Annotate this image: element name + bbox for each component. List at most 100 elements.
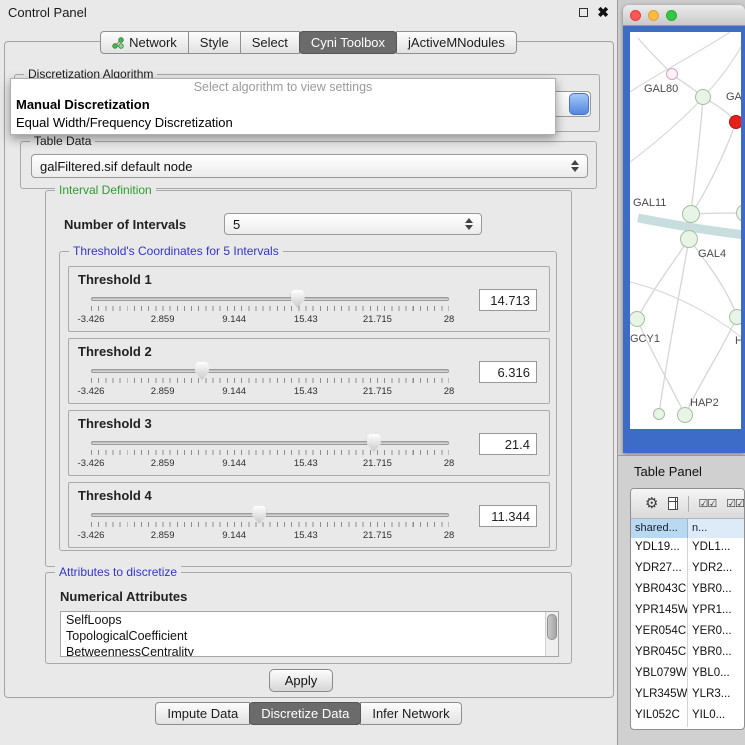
network-node[interactable] bbox=[680, 230, 698, 248]
tab-select[interactable]: Select bbox=[240, 31, 300, 54]
network-window-titlebar bbox=[623, 5, 745, 26]
zoom-traffic-light-icon[interactable] bbox=[666, 10, 677, 21]
table-row[interactable]: YER054CYER0... bbox=[631, 622, 744, 643]
threshold-value-field[interactable]: 14.713 bbox=[479, 289, 537, 311]
tab-infer-network[interactable]: Infer Network bbox=[360, 702, 461, 725]
network-canvas[interactable]: GAL80GAGAL11GAL4GCY1HHAP2 bbox=[630, 32, 741, 429]
table-header-row: shared... n... bbox=[631, 519, 744, 538]
minimize-traffic-light-icon[interactable] bbox=[648, 10, 659, 21]
table-cell[interactable]: YBR045C bbox=[631, 643, 688, 664]
table-cell[interactable]: YBR0... bbox=[688, 580, 744, 601]
table-row[interactable]: YBR043CYBR0... bbox=[631, 580, 744, 601]
threshold-value-field[interactable]: 21.4 bbox=[479, 433, 537, 455]
table-cell[interactable]: YER054C bbox=[631, 622, 688, 643]
network-node[interactable] bbox=[695, 89, 711, 105]
tab-cyni-toolbox[interactable]: Cyni Toolbox bbox=[299, 31, 397, 54]
table-cell[interactable]: YBL0... bbox=[688, 664, 744, 685]
table-data-combobox[interactable]: galFiltered.sif default node bbox=[31, 154, 588, 178]
table-row[interactable]: YBL079WYBL0... bbox=[631, 664, 744, 685]
tab-impute-data[interactable]: Impute Data bbox=[155, 702, 250, 725]
bottom-tab-bar: Impute Data Discretize Data Infer Networ… bbox=[0, 702, 617, 725]
network-node[interactable] bbox=[682, 205, 700, 223]
table-cell[interactable]: YBL079W bbox=[631, 664, 688, 685]
interval-definition-group: Interval Definition Number of Intervals … bbox=[45, 190, 572, 567]
network-icon bbox=[112, 37, 124, 49]
select-none-checkboxes-icon[interactable]: ☑☑ bbox=[726, 497, 744, 510]
table-cell[interactable]: YDR27... bbox=[631, 559, 688, 580]
slider-track[interactable] bbox=[91, 513, 449, 517]
number-of-intervals-combobox[interactable]: 5 bbox=[224, 213, 482, 235]
network-view-window: GAL80GAGAL11GAL4GCY1HHAP2 bbox=[623, 5, 745, 453]
float-window-icon[interactable] bbox=[579, 8, 588, 17]
slider-track[interactable] bbox=[91, 297, 449, 301]
table-row[interactable]: YDR27...YDR2... bbox=[631, 559, 744, 580]
table-cell[interactable]: YLR345W bbox=[631, 685, 688, 706]
threshold-slider[interactable]: -3.4262.8599.14415.4321.71528 bbox=[91, 293, 449, 329]
network-node-label: GAL4 bbox=[698, 248, 726, 260]
table-cell[interactable]: YER0... bbox=[688, 622, 744, 643]
network-node[interactable] bbox=[653, 408, 665, 420]
list-item[interactable]: BetweennessCentrality bbox=[61, 644, 558, 657]
scale-label: 15.43 bbox=[294, 530, 318, 541]
scale-label: 2.859 bbox=[151, 530, 175, 541]
network-node[interactable] bbox=[729, 115, 741, 129]
threshold-value-field[interactable]: 11.344 bbox=[479, 505, 537, 527]
slider-track[interactable] bbox=[91, 369, 449, 373]
scale-label: 28 bbox=[444, 458, 455, 469]
close-traffic-light-icon[interactable] bbox=[630, 10, 641, 21]
network-node[interactable] bbox=[677, 407, 693, 423]
table-panel-dock: Table Panel ⚙ ☑☑ ☑☑ shared... n... YDL19… bbox=[618, 455, 745, 745]
threshold-value-field[interactable]: 6.316 bbox=[479, 361, 537, 383]
column-header-name[interactable]: n... bbox=[688, 519, 744, 538]
list-item[interactable]: TopologicalCoefficient bbox=[61, 628, 558, 644]
tab-jactivemnodules[interactable]: jActiveMNodules bbox=[396, 31, 517, 54]
combo-dropdown-button[interactable] bbox=[569, 93, 589, 115]
table-row[interactable]: YLR345WYLR3... bbox=[631, 685, 744, 706]
threshold-slider[interactable]: -3.4262.8599.14415.4321.71528 bbox=[91, 509, 449, 545]
table-cell[interactable]: YPR1... bbox=[688, 601, 744, 622]
scale-label: 21.715 bbox=[363, 314, 392, 325]
list-item[interactable]: SelfLoops bbox=[61, 612, 558, 628]
table-cell[interactable]: YDR2... bbox=[688, 559, 744, 580]
table-row[interactable]: YBR045CYBR0... bbox=[631, 643, 744, 664]
table-cell[interactable]: YLR3... bbox=[688, 685, 744, 706]
tab-discretize-data[interactable]: Discretize Data bbox=[249, 702, 361, 725]
table-cell[interactable]: YIL0... bbox=[688, 706, 744, 727]
columns-icon[interactable] bbox=[668, 497, 678, 510]
slider-scale: -3.4262.8599.14415.4321.71528 bbox=[91, 458, 449, 470]
slider-ticks bbox=[91, 522, 449, 527]
table-cell[interactable]: YIL052C bbox=[631, 706, 688, 727]
network-node[interactable] bbox=[729, 309, 741, 325]
table-data-group: Table Data galFiltered.sif default node bbox=[20, 141, 597, 189]
gear-icon[interactable]: ⚙ bbox=[645, 496, 658, 511]
dropdown-option-equal-width[interactable]: Equal Width/Frequency Discretization bbox=[11, 114, 555, 132]
numerical-attributes-label: Numerical Attributes bbox=[60, 589, 187, 604]
threshold-slider[interactable]: -3.4262.8599.14415.4321.71528 bbox=[91, 365, 449, 401]
scale-label: 9.144 bbox=[222, 314, 246, 325]
table-row[interactable]: YIL052CYIL0... bbox=[631, 706, 744, 727]
table-cell[interactable]: YDL19... bbox=[631, 538, 688, 559]
scale-label: 21.715 bbox=[363, 386, 392, 397]
tab-network[interactable]: Network bbox=[100, 31, 189, 54]
table-row[interactable]: YDL19...YDL1... bbox=[631, 538, 744, 559]
scrollbar-thumb[interactable] bbox=[547, 614, 557, 640]
dropdown-option-manual[interactable]: Manual Discretization bbox=[11, 96, 555, 114]
group-title: Attributes to discretize bbox=[55, 565, 181, 579]
column-header-shared[interactable]: shared... bbox=[631, 519, 688, 538]
close-icon[interactable]: ✖ bbox=[597, 5, 609, 19]
control-panel-window: Control Panel ✖ Network Style Select Cyn… bbox=[0, 0, 618, 745]
network-node[interactable] bbox=[666, 68, 678, 80]
table-cell[interactable]: YBR0... bbox=[688, 643, 744, 664]
right-dock: GAL80GAGAL11GAL4GCY1HHAP2 Table Panel ⚙ … bbox=[618, 0, 745, 745]
apply-button[interactable]: Apply bbox=[269, 669, 333, 692]
table-cell[interactable]: YPR145W bbox=[631, 601, 688, 622]
table-cell[interactable]: YBR043C bbox=[631, 580, 688, 601]
slider-track[interactable] bbox=[91, 441, 449, 445]
threshold-slider[interactable]: -3.4262.8599.14415.4321.71528 bbox=[91, 437, 449, 473]
table-row[interactable]: YPR145WYPR1... bbox=[631, 601, 744, 622]
tab-style[interactable]: Style bbox=[188, 31, 241, 54]
list-scrollbar[interactable] bbox=[545, 612, 558, 656]
scale-label: 2.859 bbox=[151, 386, 175, 397]
table-cell[interactable]: YDL1... bbox=[688, 538, 744, 559]
select-all-checkboxes-icon[interactable]: ☑☑ bbox=[699, 497, 717, 510]
